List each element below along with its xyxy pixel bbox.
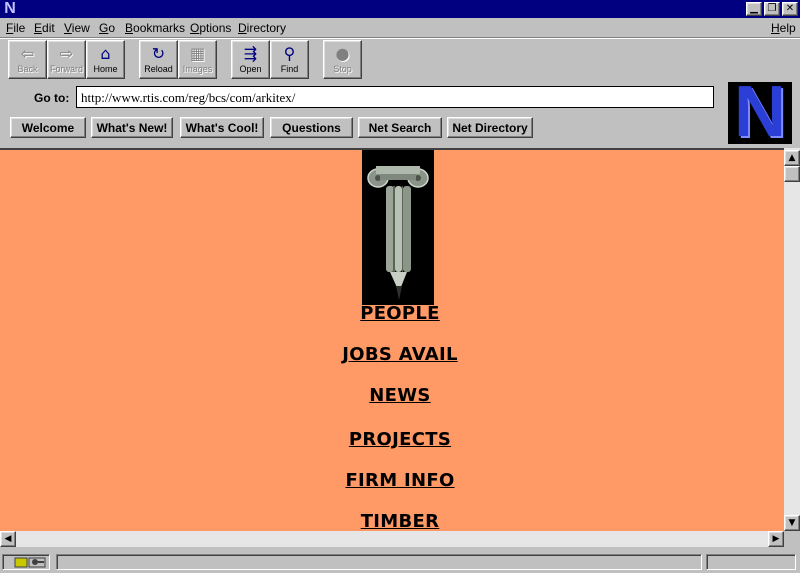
scroll-left-button[interactable]: ◀: [0, 531, 16, 547]
menu-file[interactable]: File: [6, 21, 25, 35]
jobs-avail-link[interactable]: JOBS AVAIL: [0, 344, 784, 366]
menu-help[interactable]: Help: [771, 21, 796, 35]
scroll-right-button[interactable]: ▶: [768, 531, 784, 547]
netscape-logo[interactable]: N: [728, 82, 792, 144]
images-icon: ▦: [189, 44, 206, 63]
menu-edit[interactable]: Edit: [34, 21, 55, 35]
menu-bar: File Edit View Go Bookmarks Options Dire…: [0, 18, 800, 38]
timber-link[interactable]: TIMBER: [0, 511, 784, 531]
netscape-app-icon[interactable]: N: [2, 1, 18, 17]
net-search-button[interactable]: Net Search: [358, 117, 442, 138]
images-button[interactable]: ▦ Images: [178, 40, 217, 79]
menu-options[interactable]: Options: [190, 21, 231, 35]
back-arrow-icon: ⇦: [20, 44, 35, 63]
toolbar-divider: [0, 37, 800, 39]
horizontal-scrollbar[interactable]: ◀ ▶: [0, 531, 784, 547]
find-button[interactable]: ⚲ Find: [270, 40, 309, 79]
title-bar[interactable]: N ▁ ❐ ✕: [0, 0, 800, 18]
status-message: [56, 554, 702, 570]
menu-bookmarks[interactable]: Bookmarks: [125, 21, 185, 35]
firm-info-link[interactable]: FIRM INFO: [0, 470, 784, 492]
url-input[interactable]: http://www.rtis.com/reg/bcs/com/arkitex/: [76, 86, 714, 108]
welcome-button[interactable]: Welcome: [10, 117, 86, 138]
home-button[interactable]: ⌂ Home: [86, 40, 125, 79]
projects-link[interactable]: PROJECTS: [0, 429, 784, 451]
reload-icon: ↻: [151, 44, 166, 63]
restore-button[interactable]: ❐: [764, 2, 780, 16]
binoculars-icon: ⚲: [283, 44, 296, 63]
minimize-button[interactable]: ▁: [746, 2, 762, 16]
scroll-down-button[interactable]: ▼: [784, 515, 800, 531]
status-bar: [0, 551, 800, 573]
forward-arrow-icon: ⇨: [59, 44, 74, 63]
location-label: Go to:: [34, 91, 70, 105]
whats-cool-button[interactable]: What's Cool!: [180, 117, 264, 138]
people-link[interactable]: PEOPLE: [0, 303, 784, 325]
scrollbar-corner: [784, 531, 800, 547]
open-button[interactable]: ⇶ Open: [231, 40, 270, 79]
scroll-thumb[interactable]: [784, 166, 800, 182]
reload-button[interactable]: ↻ Reload: [139, 40, 178, 79]
stop-icon: ●: [335, 44, 350, 63]
close-button[interactable]: ✕: [782, 2, 798, 16]
net-directory-button[interactable]: Net Directory: [447, 117, 533, 138]
scroll-up-button[interactable]: ▲: [784, 150, 800, 166]
security-key-indicator[interactable]: [2, 554, 50, 570]
menu-view[interactable]: View: [64, 21, 90, 35]
news-link[interactable]: NEWS: [0, 385, 784, 407]
back-button[interactable]: ⇦ Back: [8, 40, 47, 79]
ionic-column-logo-image: [362, 150, 434, 305]
stop-button[interactable]: ● Stop: [323, 40, 362, 79]
security-key-icon: [14, 557, 46, 568]
vertical-scrollbar[interactable]: ▲ ▼: [784, 148, 800, 531]
home-icon: ⌂: [100, 44, 111, 63]
open-icon: ⇶: [243, 44, 258, 63]
questions-button[interactable]: Questions: [270, 117, 353, 138]
progress-indicator: [706, 554, 796, 570]
menu-go[interactable]: Go: [99, 21, 115, 35]
page-content: PEOPLE JOBS AVAIL NEWS PROJECTS FIRM INF…: [0, 148, 784, 531]
whats-new-button[interactable]: What's New!: [91, 117, 173, 138]
column-pencil-icon: [367, 166, 429, 300]
menu-directory[interactable]: Directory: [238, 21, 286, 35]
forward-button[interactable]: ⇨ Forward: [47, 40, 86, 79]
